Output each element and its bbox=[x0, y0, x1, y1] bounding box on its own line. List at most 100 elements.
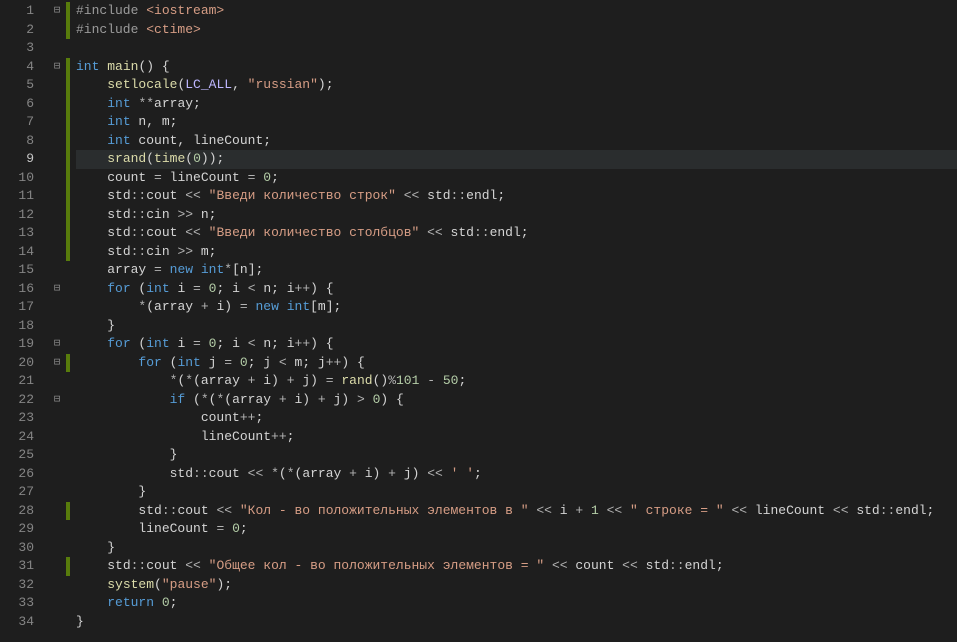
token-ns: std bbox=[451, 225, 474, 240]
fold-marker[interactable]: ⊟ bbox=[48, 280, 66, 299]
token-kw: for bbox=[107, 281, 130, 296]
code-line[interactable]: } bbox=[76, 446, 957, 465]
code-line[interactable]: } bbox=[76, 483, 957, 502]
code-editor[interactable]: 1234567891011121314151617181920212223242… bbox=[0, 0, 957, 642]
code-line[interactable]: } bbox=[76, 317, 957, 336]
fold-marker bbox=[48, 243, 66, 262]
fold-marker[interactable]: ⊟ bbox=[48, 2, 66, 21]
token-op: = bbox=[240, 299, 248, 314]
code-line[interactable]: std::cin >> n; bbox=[76, 206, 957, 225]
code-line[interactable]: count = lineCount = 0; bbox=[76, 169, 957, 188]
token-id: cout bbox=[146, 225, 185, 240]
token-id bbox=[419, 188, 427, 203]
token-op: + bbox=[201, 299, 209, 314]
code-line[interactable]: if (*(*(array + i) + j) > 0) { bbox=[76, 391, 957, 410]
token-num: 0 bbox=[263, 170, 271, 185]
code-line[interactable]: for (int i = 0; i < n; i++) { bbox=[76, 335, 957, 354]
token-id bbox=[201, 225, 209, 240]
token-num: 50 bbox=[443, 373, 459, 388]
token-num: 0 bbox=[240, 355, 248, 370]
fold-marker[interactable]: ⊟ bbox=[48, 58, 66, 77]
token-ns: std bbox=[107, 188, 130, 203]
code-line[interactable]: lineCount = 0; bbox=[76, 520, 957, 539]
token-punct: ) { bbox=[310, 281, 333, 296]
token-ns: std bbox=[107, 225, 130, 240]
token-id bbox=[622, 503, 630, 518]
token-id: i bbox=[170, 281, 193, 296]
token-fn: rand bbox=[341, 373, 372, 388]
token-id bbox=[201, 336, 209, 351]
token-kw: int bbox=[177, 355, 200, 370]
line-number: 33 bbox=[0, 594, 48, 613]
token-punct: ) { bbox=[380, 392, 403, 407]
code-line[interactable]: for (int i = 0; i < n; i++) { bbox=[76, 280, 957, 299]
line-number: 12 bbox=[0, 206, 48, 225]
line-number: 9 bbox=[0, 150, 48, 169]
code-line[interactable]: int **array; bbox=[76, 95, 957, 114]
token-id bbox=[638, 558, 646, 573]
token-op: >> bbox=[177, 207, 193, 222]
fold-marker bbox=[48, 21, 66, 40]
code-line[interactable]: int n, m; bbox=[76, 113, 957, 132]
code-line[interactable]: } bbox=[76, 539, 957, 558]
fold-marker bbox=[48, 95, 66, 114]
line-number: 5 bbox=[0, 76, 48, 95]
code-line[interactable]: count++; bbox=[76, 409, 957, 428]
code-line[interactable]: return 0; bbox=[76, 594, 957, 613]
token-punct: )); bbox=[201, 151, 224, 166]
token-op: + bbox=[349, 466, 357, 481]
code-line[interactable]: std::cout << "Введи количество столбцов"… bbox=[76, 224, 957, 243]
code-line[interactable]: } bbox=[76, 613, 957, 632]
code-line[interactable]: #include <ctime> bbox=[76, 21, 957, 40]
token-id: array bbox=[107, 262, 154, 277]
token-op: >> bbox=[177, 244, 193, 259]
code-line[interactable]: setlocale(LC_ALL, "russian"); bbox=[76, 76, 957, 95]
fold-marker bbox=[48, 187, 66, 206]
token-id bbox=[193, 262, 201, 277]
code-line[interactable]: std::cout << "Общее кол - во положительн… bbox=[76, 557, 957, 576]
code-line[interactable]: std::cin >> m; bbox=[76, 243, 957, 262]
code-line[interactable]: *(array + i) = new int[m]; bbox=[76, 298, 957, 317]
token-ch: ' ' bbox=[451, 466, 474, 481]
token-punct: } bbox=[138, 484, 146, 499]
code-line[interactable]: *(*(array + i) + j) = rand()%101 - 50; bbox=[76, 372, 957, 391]
fold-marker bbox=[48, 483, 66, 502]
token-op: :: bbox=[880, 503, 896, 518]
token-punct: ); bbox=[216, 577, 232, 592]
fold-marker bbox=[48, 520, 66, 539]
token-op: :: bbox=[131, 207, 147, 222]
code-line[interactable]: for (int j = 0; j < m; j++) { bbox=[76, 354, 957, 373]
code-line[interactable]: int main() { bbox=[76, 58, 957, 77]
code-line[interactable]: std::cout << "Введи количество строк" <<… bbox=[76, 187, 957, 206]
token-punct: ; j bbox=[248, 355, 279, 370]
token-ns: std bbox=[646, 558, 669, 573]
code-line[interactable]: lineCount++; bbox=[76, 428, 957, 447]
token-id bbox=[201, 281, 209, 296]
line-number: 11 bbox=[0, 187, 48, 206]
fold-marker[interactable]: ⊟ bbox=[48, 335, 66, 354]
fold-marker[interactable]: ⊟ bbox=[48, 354, 66, 373]
token-num: 0 bbox=[162, 595, 170, 610]
code-line[interactable]: system("pause"); bbox=[76, 576, 957, 595]
code-line[interactable] bbox=[76, 39, 957, 58]
code-line[interactable]: std::cout << *(*(array + i) + j) << ' '; bbox=[76, 465, 957, 484]
token-op: + bbox=[318, 392, 326, 407]
token-op: = bbox=[193, 281, 201, 296]
code-line[interactable]: srand(time(0)); bbox=[76, 150, 957, 169]
token-id bbox=[162, 262, 170, 277]
token-op: :: bbox=[131, 558, 147, 573]
fold-marker[interactable]: ⊟ bbox=[48, 391, 66, 410]
fold-marker bbox=[48, 409, 66, 428]
token-op: * bbox=[287, 466, 295, 481]
token-op: % bbox=[388, 373, 396, 388]
code-line[interactable]: #include <iostream> bbox=[76, 2, 957, 21]
code-line[interactable]: std::cout << "Кол - во положительных эле… bbox=[76, 502, 957, 521]
token-kw: int bbox=[146, 281, 169, 296]
code-line[interactable]: array = new int*[n]; bbox=[76, 261, 957, 280]
token-id bbox=[279, 299, 287, 314]
code-line[interactable]: int count, lineCount; bbox=[76, 132, 957, 151]
token-op: < bbox=[248, 336, 256, 351]
code-area[interactable]: #include <iostream>#include <ctime> int m… bbox=[70, 0, 957, 642]
token-id: i bbox=[552, 503, 575, 518]
token-op: << bbox=[833, 503, 849, 518]
